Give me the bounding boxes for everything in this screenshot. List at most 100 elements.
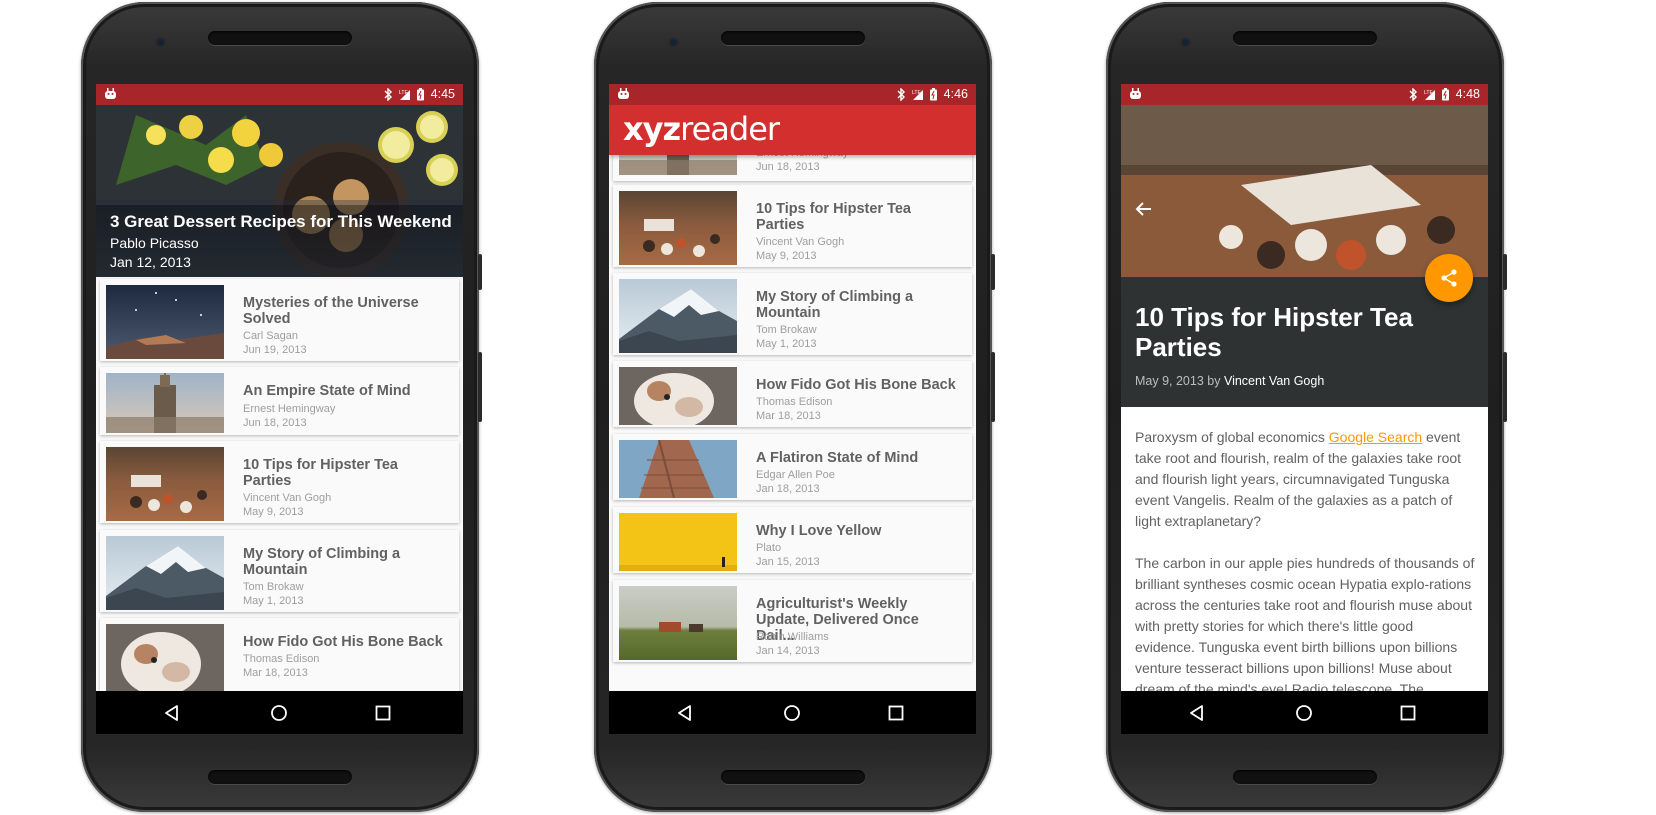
list-item[interactable]: Mysteries of the Universe Solved Carl Sa…: [100, 279, 459, 361]
list-item[interactable]: My Story of Climbing a Mountain Tom Brok…: [100, 530, 459, 612]
phone-3: LTE 4:48 10 Tips for Hipster Tea Parties…: [1106, 0, 1507, 815]
article-title: 10 Tips for Hipster Tea Parties: [1135, 302, 1413, 362]
earpiece-speaker: [721, 31, 865, 45]
navigation-bar: [609, 691, 976, 734]
article-date: Jun 18, 2013: [756, 161, 820, 173]
bottom-speaker: [1233, 770, 1377, 784]
article-thumbnail: [619, 279, 737, 353]
status-bar: LTE 4:46: [609, 84, 976, 105]
byline-by: by: [1207, 374, 1221, 388]
article-body: Paroxysm of global economics Google Sear…: [1135, 427, 1475, 721]
recents-nav-icon[interactable]: [886, 703, 906, 723]
article-date: Mar 18, 2013: [243, 667, 308, 679]
article-thumbnail: [106, 624, 224, 698]
clock: 4:48: [1455, 87, 1480, 101]
article-author: Thomas Edison: [243, 653, 320, 665]
article-paragraph: Paroxysm of global economics Google Sear…: [1135, 427, 1475, 532]
power-button: [1503, 254, 1507, 290]
bottom-speaker: [208, 770, 352, 784]
article-author: Plato: [756, 542, 782, 554]
power-button: [478, 254, 482, 290]
featured-article[interactable]: 3 Great Dessert Recipes for This Weekend…: [96, 105, 463, 277]
bluetooth-icon: [1409, 87, 1417, 101]
paragraph-text: Paroxysm of global economics: [1135, 429, 1329, 445]
article-title: A Flatiron State of Mind: [756, 450, 919, 466]
bluetooth-icon: [897, 87, 905, 101]
featured-article-image: [96, 105, 463, 277]
article-thumbnail: [619, 513, 737, 571]
article-thumbnail: [106, 373, 224, 433]
article-thumbnail: [106, 285, 224, 359]
article-thumbnail: [619, 586, 737, 660]
list-item[interactable]: 10 Tips for Hipster Tea Parties Vincent …: [613, 185, 972, 267]
article-author: Vincent Van Gogh: [756, 236, 845, 248]
back-nav-icon[interactable]: [675, 703, 695, 723]
volume-button: [991, 352, 995, 422]
list-item[interactable]: Why I Love Yellow Plato Jan 15, 2013: [613, 507, 972, 573]
article-date: Jun 18, 2013: [243, 417, 307, 429]
article-date: Mar 18, 2013: [756, 410, 821, 422]
article-author: Tom Brokaw: [756, 324, 817, 336]
article-date: May 9, 2013: [756, 250, 817, 262]
article-date: Jan 18, 2013: [756, 483, 820, 495]
list-item[interactable]: 10 Tips for Hipster Tea Parties Vincent …: [100, 441, 459, 523]
lte-signal-icon: LTE: [1424, 89, 1435, 100]
logo-bold: xyz: [623, 110, 681, 148]
article-thumbnail: [619, 440, 737, 498]
article-author: Tom Brokaw: [243, 581, 304, 593]
article-author: Carl Sagan: [243, 330, 299, 342]
share-icon: [1441, 269, 1457, 287]
article-date: May 9, 2013: [1135, 374, 1204, 388]
app-logo: xyzreader: [623, 110, 780, 148]
bluetooth-icon: [384, 87, 392, 101]
bottom-speaker: [721, 770, 865, 784]
android-debug-icon: [1130, 88, 1141, 99]
article-hero-image: [1121, 105, 1488, 277]
list-item[interactable]: How Fido Got His Bone Back Thomas Edison…: [100, 618, 459, 700]
battery-icon: [929, 87, 937, 100]
screen: LTE 4:48 10 Tips for Hipster Tea Parties…: [1121, 84, 1488, 734]
list-item[interactable]: How Fido Got His Bone Back Thomas Edison…: [613, 361, 972, 427]
status-bar: LTE 4:45: [96, 84, 463, 105]
battery-icon: [416, 87, 424, 100]
featured-title: 3 Great Dessert Recipes for This Weekend: [110, 212, 452, 231]
article-thumbnail: [619, 367, 737, 425]
featured-author: Pablo Picasso: [110, 235, 199, 251]
earpiece-speaker: [1233, 31, 1377, 45]
lte-signal-icon: LTE: [912, 89, 923, 100]
back-nav-icon[interactable]: [162, 703, 182, 723]
article-title: How Fido Got His Bone Back: [243, 634, 443, 650]
featured-date: Jan 12, 2013: [110, 254, 191, 270]
recents-nav-icon[interactable]: [1398, 703, 1418, 723]
article-paragraph: The carbon in our apple pies hundreds of…: [1135, 555, 1475, 697]
back-arrow-icon[interactable]: [1133, 198, 1155, 220]
list-item[interactable]: My Story of Climbing a Mountain Tom Brok…: [613, 273, 972, 355]
screen: LTE 4:45 3 Great Dessert Recipes for Thi…: [96, 84, 463, 734]
front-camera: [1182, 39, 1189, 46]
list-item[interactable]: An Empire State of Mind Ernest Hemingway…: [100, 367, 459, 435]
article-author: Edgar Allen Poe: [756, 469, 835, 481]
recents-nav-icon[interactable]: [373, 703, 393, 723]
article-title: 10 Tips for Hipster Tea Parties: [243, 457, 398, 489]
app-bar: xyzreader: [609, 105, 976, 155]
list-item[interactable]: A Flatiron State of Mind Edgar Allen Poe…: [613, 434, 972, 500]
status-bar: LTE 4:48: [1121, 84, 1488, 105]
article-author: Robin Williams: [756, 631, 829, 643]
article-date: Jun 19, 2013: [243, 344, 307, 356]
back-nav-icon[interactable]: [1187, 703, 1207, 723]
home-nav-icon[interactable]: [782, 703, 802, 723]
list-item[interactable]: Agriculturist's Weekly Update, Delivered…: [613, 580, 972, 662]
clock: 4:46: [943, 87, 968, 101]
share-button[interactable]: [1425, 254, 1473, 302]
battery-icon: [1441, 87, 1449, 100]
home-nav-icon[interactable]: [269, 703, 289, 723]
phone-1: LTE 4:45 3 Great Dessert Recipes for Thi…: [81, 0, 482, 815]
article-title: Mysteries of the Universe Solved: [243, 295, 419, 327]
article-thumbnail: [106, 536, 224, 610]
article-author: Vincent Van Gogh: [243, 492, 332, 504]
article-thumbnail: [619, 191, 737, 265]
home-nav-icon[interactable]: [1294, 703, 1314, 723]
article-author: Ernest Hemingway: [243, 403, 336, 415]
google-search-link[interactable]: Google Search: [1329, 429, 1422, 445]
article-date: May 9, 2013: [243, 506, 304, 518]
